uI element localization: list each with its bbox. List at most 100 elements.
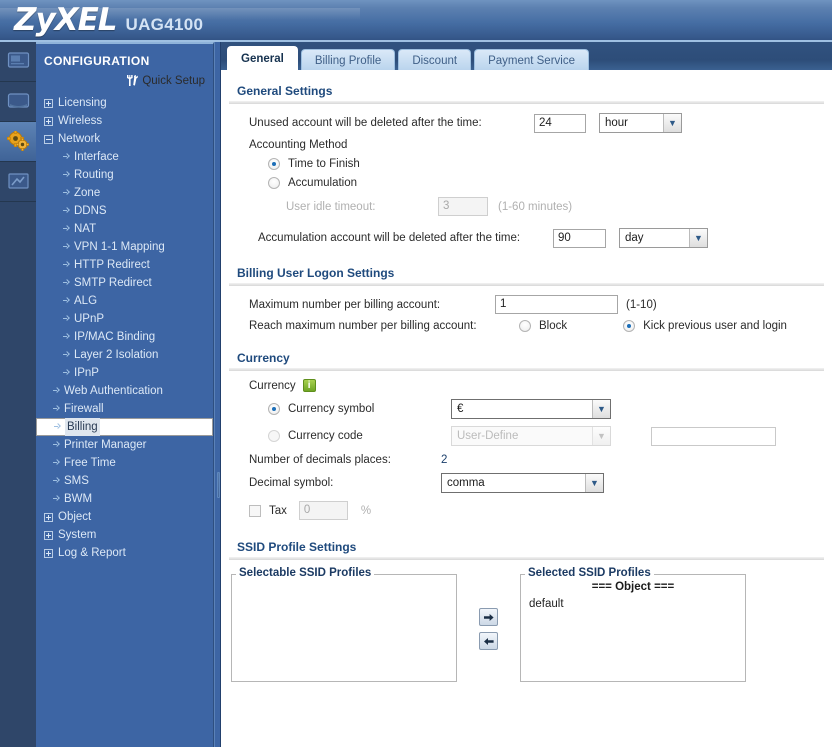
- user-idle-timeout-label: User idle timeout:: [286, 200, 376, 213]
- bullet-icon[interactable]: [62, 370, 69, 377]
- tax-input[interactable]: 0: [298, 501, 348, 520]
- sidebar-item-layer-2-isolation[interactable]: Layer 2 Isolation: [36, 346, 213, 364]
- currency-code-text-input[interactable]: [651, 426, 776, 446]
- chevron-down-icon: ▼: [585, 474, 603, 492]
- sidebar-item-licensing[interactable]: Licensing: [36, 94, 213, 112]
- bullet-icon[interactable]: [62, 334, 69, 341]
- bullet-icon[interactable]: [52, 478, 59, 485]
- sidebar-item-billing[interactable]: Billing: [36, 418, 213, 436]
- currency-symbol-select[interactable]: € ▼: [451, 399, 611, 419]
- unused-account-value[interactable]: 24: [534, 113, 586, 133]
- bullet-icon[interactable]: [62, 172, 69, 179]
- accumulation-delete-unit-select[interactable]: day ▼: [619, 228, 708, 248]
- sidebar-item-ddns[interactable]: DDNS: [36, 202, 213, 220]
- sidebar-splitter[interactable]: [214, 42, 221, 747]
- bullet-icon[interactable]: [52, 442, 59, 449]
- sidebar-item-ipnp[interactable]: IPnP: [36, 364, 213, 382]
- sidebar-item-wireless[interactable]: Wireless: [36, 112, 213, 130]
- sidebar-item-routing[interactable]: Routing: [36, 166, 213, 184]
- sidebar-item-printer-manager[interactable]: Printer Manager: [36, 436, 213, 454]
- bullet-icon[interactable]: [62, 280, 69, 287]
- radio-accumulation[interactable]: [268, 177, 280, 189]
- rail-button-configuration[interactable]: [0, 122, 36, 162]
- sidebar-item-free-time[interactable]: Free Time: [36, 454, 213, 472]
- sidebar-item-label: SMTP Redirect: [74, 277, 152, 289]
- sidebar-item-label: Free Time: [64, 457, 116, 469]
- device-model: UAG4100: [125, 15, 204, 34]
- selectable-ssid-list[interactable]: Selectable SSID Profiles: [231, 567, 457, 682]
- tab-billing-profile[interactable]: Billing Profile: [300, 49, 396, 72]
- checkbox-tax[interactable]: [249, 504, 261, 517]
- bullet-icon[interactable]: [62, 352, 69, 359]
- info-icon[interactable]: i: [302, 379, 316, 392]
- tab-discount[interactable]: Discount: [398, 49, 472, 72]
- expand-icon[interactable]: [44, 530, 53, 540]
- rail-button-maintenance[interactable]: [0, 162, 36, 202]
- bullet-icon[interactable]: [62, 298, 69, 305]
- sidebar-item-system[interactable]: System: [36, 526, 213, 544]
- radio-block[interactable]: [519, 320, 531, 332]
- bullet-icon[interactable]: [62, 226, 69, 233]
- sidebar-item-firewall[interactable]: Firewall: [36, 400, 213, 418]
- transfer-buttons: [479, 608, 498, 650]
- sidebar-item-http-redirect[interactable]: HTTP Redirect: [36, 256, 213, 274]
- decimal-symbol-value: comma: [447, 477, 485, 489]
- radio-currency-code[interactable]: [268, 430, 280, 442]
- sidebar-item-web-authentication[interactable]: Web Authentication: [36, 382, 213, 400]
- radio-kick-previous[interactable]: [623, 320, 636, 332]
- sidebar-item-label: BWM: [64, 493, 93, 505]
- rail-button-dashboard[interactable]: [0, 82, 36, 122]
- row-time-to-finish[interactable]: Time to Finish: [221, 155, 832, 174]
- tab-payment-service[interactable]: Payment Service: [474, 49, 589, 72]
- sidebar-item-interface[interactable]: Interface: [36, 148, 213, 166]
- move-left-button[interactable]: [479, 632, 498, 650]
- expand-icon[interactable]: [44, 548, 53, 558]
- sidebar-item-log-report[interactable]: Log & Report: [36, 544, 213, 562]
- row-unused-account: Unused account will be deleted after the…: [221, 109, 832, 137]
- expand-icon[interactable]: [44, 98, 53, 108]
- splitter-grip[interactable]: [217, 472, 220, 498]
- quick-setup-link[interactable]: Quick Setup: [36, 68, 213, 94]
- tools-icon: [127, 75, 139, 86]
- bullet-icon[interactable]: [62, 154, 69, 161]
- sidebar-item-object[interactable]: Object: [36, 508, 213, 526]
- max-number-input[interactable]: 1: [495, 295, 618, 314]
- bullet-icon[interactable]: [52, 388, 59, 395]
- list-item[interactable]: default: [529, 598, 739, 610]
- currency-code-select[interactable]: User-Define ▼: [451, 426, 611, 446]
- bullet-icon[interactable]: [52, 406, 59, 413]
- selected-ssid-list[interactable]: Selected SSID Profiles === Object === de…: [520, 567, 746, 682]
- tab-general[interactable]: General: [227, 46, 298, 72]
- sidebar-item-ip-mac-binding[interactable]: IP/MAC Binding: [36, 328, 213, 346]
- unused-account-unit-select[interactable]: hour ▼: [599, 113, 682, 133]
- sidebar-item-smtp-redirect[interactable]: SMTP Redirect: [36, 274, 213, 292]
- bullet-icon[interactable]: [53, 424, 60, 431]
- radio-time-to-finish[interactable]: [268, 158, 280, 170]
- bullet-icon[interactable]: [62, 244, 69, 251]
- rail-button-monitor[interactable]: [0, 42, 36, 82]
- decimal-symbol-select[interactable]: comma ▼: [441, 473, 604, 493]
- move-right-button[interactable]: [479, 608, 498, 626]
- expand-icon[interactable]: [44, 512, 53, 522]
- section-rule: [229, 368, 824, 371]
- bullet-icon[interactable]: [52, 460, 59, 467]
- sidebar-item-nat[interactable]: NAT: [36, 220, 213, 238]
- bullet-icon[interactable]: [52, 496, 59, 503]
- sidebar-item-vpn-1-1-mapping[interactable]: VPN 1-1 Mapping: [36, 238, 213, 256]
- sidebar-item-network[interactable]: Network: [36, 130, 213, 148]
- accumulation-delete-value[interactable]: 90: [553, 228, 606, 248]
- sidebar-item-upnp[interactable]: UPnP: [36, 310, 213, 328]
- radio-currency-symbol[interactable]: [268, 403, 280, 415]
- user-idle-timeout-input[interactable]: 3: [438, 197, 488, 216]
- sidebar-item-sms[interactable]: SMS: [36, 472, 213, 490]
- bullet-icon[interactable]: [62, 208, 69, 215]
- bullet-icon[interactable]: [62, 262, 69, 269]
- sidebar-item-alg[interactable]: ALG: [36, 292, 213, 310]
- sidebar-item-zone[interactable]: Zone: [36, 184, 213, 202]
- collapse-icon[interactable]: [44, 134, 53, 144]
- row-accumulation[interactable]: Accumulation: [221, 174, 832, 193]
- sidebar-item-bwm[interactable]: BWM: [36, 490, 213, 508]
- bullet-icon[interactable]: [62, 190, 69, 197]
- bullet-icon[interactable]: [62, 316, 69, 323]
- expand-icon[interactable]: [44, 116, 53, 126]
